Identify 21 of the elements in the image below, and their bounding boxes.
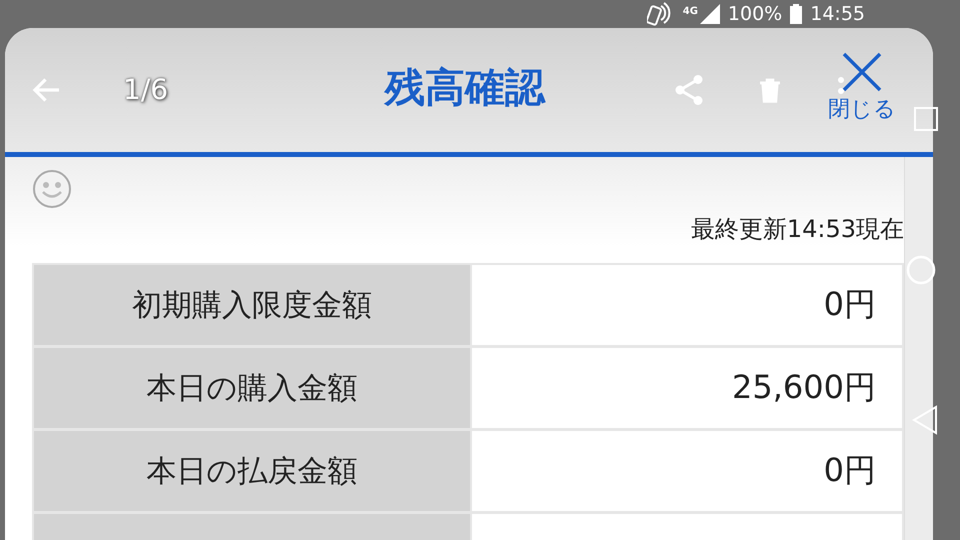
close-icon — [840, 50, 884, 94]
back-nav-icon[interactable] — [912, 405, 938, 435]
dialog-title: 残高確認 — [383, 64, 547, 113]
row-value: 0円 — [470, 431, 902, 514]
battery-percent: 100% — [728, 3, 782, 25]
clock: 14:55 — [810, 3, 865, 25]
scrollbar[interactable] — [904, 157, 933, 540]
row-value: 25,600円 — [470, 348, 902, 431]
last-updated: 最終更新14:53現在 — [690, 214, 904, 245]
row-label: 初期購入限度金額 — [34, 265, 470, 348]
row-label: 本日の払戻金額 — [34, 431, 470, 514]
close-button[interactable]: 閉じる — [828, 50, 896, 124]
smiley-icon — [31, 168, 73, 210]
signal-icon — [700, 4, 720, 24]
home-icon[interactable] — [906, 255, 936, 285]
row-value: 0円 — [470, 265, 902, 348]
network-type: 4G — [682, 6, 698, 17]
page-counter: 1/6 — [123, 73, 168, 106]
overview-icon[interactable] — [914, 107, 938, 131]
battery-icon — [790, 4, 802, 24]
row-label: 本日の購入金額 — [34, 348, 470, 431]
